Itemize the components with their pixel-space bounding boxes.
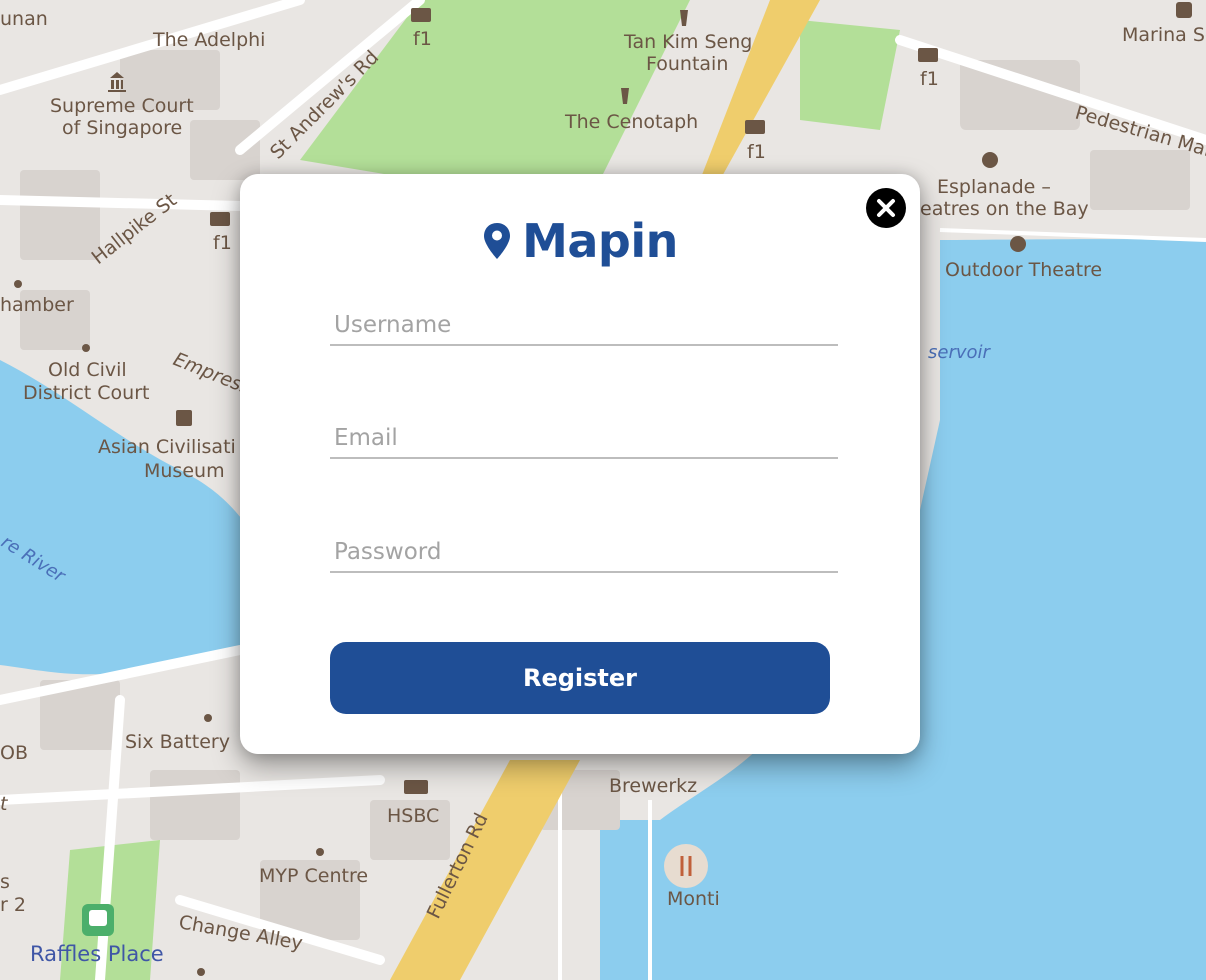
map-label-esplanade: Esplanade –	[937, 176, 1051, 198]
theatre-icon	[982, 152, 998, 168]
map-label-asian-civilisations: Asian Civilisati	[98, 436, 236, 458]
map-label-brewerkz: Brewerkz	[609, 775, 697, 797]
camera-icon	[411, 8, 431, 22]
poi-dot-icon	[82, 344, 90, 352]
map-label-unan: unan	[0, 8, 48, 30]
map-label-district-court: District Court	[23, 382, 149, 404]
map-label-reservoir: servoir	[928, 342, 992, 363]
poi-dot-icon	[14, 280, 22, 288]
poi-dot-icon	[316, 848, 324, 856]
email-field[interactable]	[330, 419, 838, 459]
map-label-fountain: Fountain	[646, 53, 728, 75]
map-label-six-battery: Six Battery	[125, 731, 230, 753]
map-label-r2: r 2	[0, 894, 26, 916]
map-label-s: s	[0, 871, 10, 893]
brand-name: Mapin	[522, 214, 678, 268]
register-button[interactable]: Register	[330, 642, 830, 714]
map-label-f1: f1	[747, 141, 766, 163]
map-label-raffles-place: Raffles Place	[30, 942, 164, 966]
map-label-tan-kim-seng: Tan Kim Seng	[623, 31, 752, 53]
restaurant-icon	[664, 844, 708, 888]
poi-dot-icon	[197, 968, 205, 976]
map-label-marina-square: Marina So	[1122, 24, 1206, 46]
map-label-supreme-court: Supreme Court	[50, 95, 194, 117]
map-label-chamber: hamber	[0, 294, 74, 316]
bank-icon	[404, 780, 428, 794]
map-pin-icon	[484, 223, 511, 259]
camera-icon	[210, 212, 230, 226]
museum-icon	[176, 410, 192, 426]
map-label-of-singapore: of Singapore	[62, 117, 182, 139]
shop-icon	[1176, 2, 1192, 18]
poi-dot-icon	[204, 714, 212, 722]
map-label-outdoor-theatre: Outdoor Theatre	[945, 259, 1102, 281]
theatre-icon	[1010, 236, 1026, 252]
camera-icon	[918, 48, 938, 62]
username-field[interactable]	[330, 306, 838, 346]
map-label-old-civil: Old Civil	[48, 359, 127, 381]
brand-logo: Mapin	[240, 210, 920, 272]
map-label-myp-centre: MYP Centre	[259, 865, 368, 887]
password-field[interactable]	[330, 533, 838, 573]
map-label-museum: Museum	[144, 460, 225, 482]
map-label-ob: OB	[0, 742, 28, 764]
map-label-theatres-on-the-bay: eatres on the Bay	[920, 198, 1089, 220]
map-label-hsbc: HSBC	[387, 805, 439, 827]
map-label-f1: f1	[920, 68, 939, 90]
map-label-the-adelphi: The Adelphi	[152, 29, 265, 51]
camera-icon	[745, 120, 765, 134]
map-label-f1: f1	[413, 28, 432, 50]
register-modal: Mapin Register	[240, 174, 920, 754]
map-label-monti: Monti	[667, 888, 720, 910]
map-label-the-cenotaph: The Cenotaph	[564, 111, 698, 133]
map-label-f1: f1	[213, 232, 232, 254]
